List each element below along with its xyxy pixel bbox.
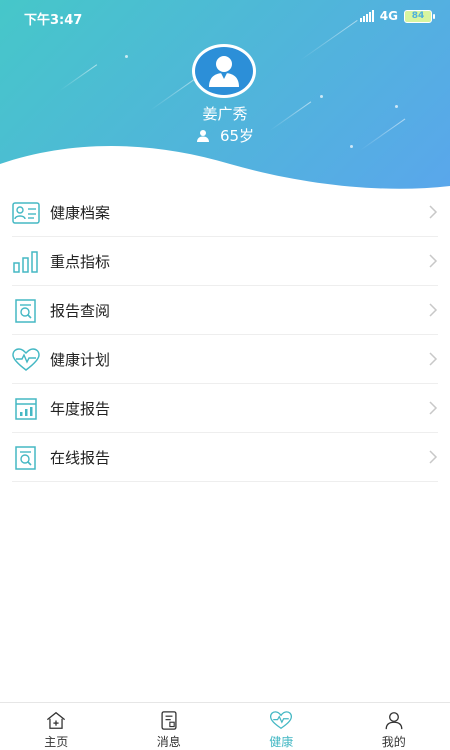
tab-mine[interactable]: 我的	[338, 703, 450, 750]
menu-item-online-report[interactable]: 在线报告	[0, 433, 450, 482]
menu-item-label: 健康计划	[50, 351, 111, 369]
battery-level: 84	[411, 11, 425, 21]
menu-item-label: 在线报告	[50, 449, 111, 467]
message-icon	[161, 711, 177, 730]
annual-report-icon	[12, 396, 40, 422]
tab-label: 消息	[156, 735, 181, 749]
chevron-right-icon	[429, 352, 438, 366]
tab-label: 健康	[269, 735, 294, 749]
tab-label: 主页	[44, 735, 69, 749]
bar-chart-icon	[12, 249, 40, 275]
report-search-icon	[12, 298, 40, 324]
chevron-right-icon	[429, 254, 438, 268]
menu-item-health-plan[interactable]: 健康计划	[0, 335, 450, 384]
tab-messages[interactable]: 消息	[113, 703, 226, 750]
chevron-right-icon	[429, 303, 438, 317]
home-icon	[47, 711, 66, 729]
online-report-icon	[12, 445, 40, 471]
status-indicators: 4G 84	[359, 9, 435, 23]
divider	[12, 481, 438, 482]
chevron-right-icon	[429, 401, 438, 415]
health-menu: 健康档案 重点指标 报告查阅 健康计划 年度报告 在线报告	[0, 188, 450, 482]
decorative-dot	[320, 95, 323, 98]
heart-pulse-icon	[12, 347, 40, 373]
chevron-right-icon	[429, 205, 438, 219]
menu-item-key-indicators[interactable]: 重点指标	[0, 237, 450, 286]
tab-label: 我的	[381, 735, 406, 749]
menu-item-health-record[interactable]: 健康档案	[0, 188, 450, 237]
health-record-icon	[12, 200, 40, 226]
status-bar: 下午3:47 4G 84	[0, 0, 450, 34]
menu-item-label: 年度报告	[50, 400, 111, 418]
decorative-streak	[59, 64, 98, 91]
person-icon	[385, 712, 403, 730]
bottom-tab-bar: 主页 消息 健康 我的	[0, 702, 450, 750]
user-avatar-icon	[209, 56, 239, 87]
menu-item-annual-report[interactable]: 年度报告	[0, 384, 450, 433]
status-time: 下午3:47	[24, 13, 83, 28]
health-heart-icon	[270, 711, 293, 730]
menu-item-label: 健康档案	[50, 204, 111, 222]
chevron-right-icon	[429, 450, 438, 464]
user-name: 姜广秀	[202, 105, 248, 123]
avatar[interactable]	[192, 44, 256, 98]
user-age: 65岁	[219, 127, 255, 145]
signal-icon	[359, 10, 374, 22]
menu-item-label: 重点指标	[50, 253, 111, 271]
user-small-icon	[196, 129, 209, 142]
tab-home[interactable]: 主页	[0, 703, 113, 750]
network-type: 4G	[379, 9, 398, 23]
decorative-dot	[125, 55, 128, 58]
menu-item-report-view[interactable]: 报告查阅	[0, 286, 450, 335]
tab-health[interactable]: 健康	[225, 703, 338, 750]
battery-icon: 84	[404, 9, 435, 23]
menu-item-label: 报告查阅	[50, 302, 111, 320]
age-row: 65岁	[0, 125, 450, 146]
